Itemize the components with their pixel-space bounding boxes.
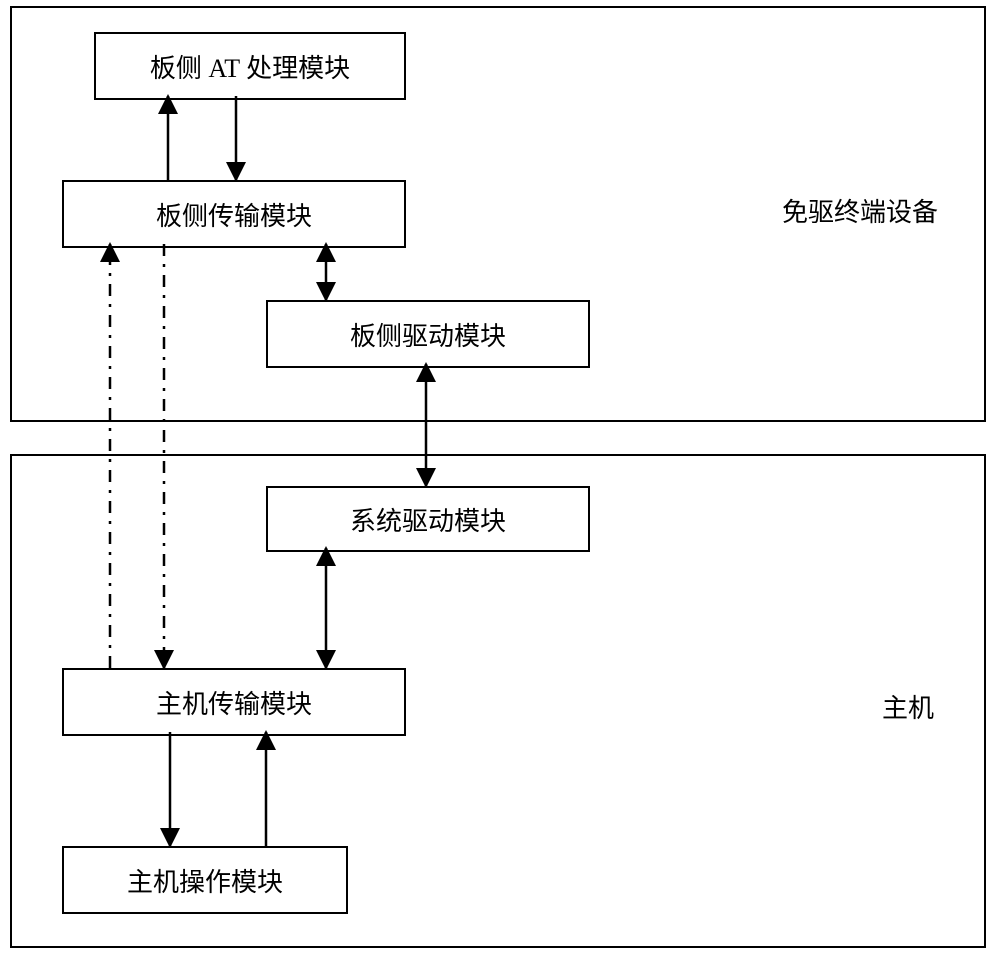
module-board-tx: 板侧传输模块 [62, 180, 406, 248]
module-host-tx: 主机传输模块 [62, 668, 406, 736]
module-host-op-label: 主机操作模块 [127, 862, 283, 899]
module-sys-drv-label: 系统驱动模块 [350, 501, 506, 538]
module-host-op: 主机操作模块 [62, 846, 348, 914]
module-board-at: 板侧 AT 处理模块 [94, 32, 406, 100]
label-terminal-device: 免驱终端设备 [782, 192, 938, 229]
label-host: 主机 [882, 688, 934, 725]
module-sys-drv: 系统驱动模块 [266, 486, 590, 552]
diagram-canvas: 免驱终端设备 主机 板侧 AT 处理模块 板侧传输模块 板侧驱动模块 系统驱动模… [0, 0, 1000, 953]
module-host-tx-label: 主机传输模块 [156, 684, 312, 721]
module-board-tx-label: 板侧传输模块 [156, 196, 312, 233]
module-board-drv: 板侧驱动模块 [266, 300, 590, 368]
module-board-drv-label: 板侧驱动模块 [350, 316, 506, 353]
module-board-at-label: 板侧 AT 处理模块 [150, 48, 350, 85]
